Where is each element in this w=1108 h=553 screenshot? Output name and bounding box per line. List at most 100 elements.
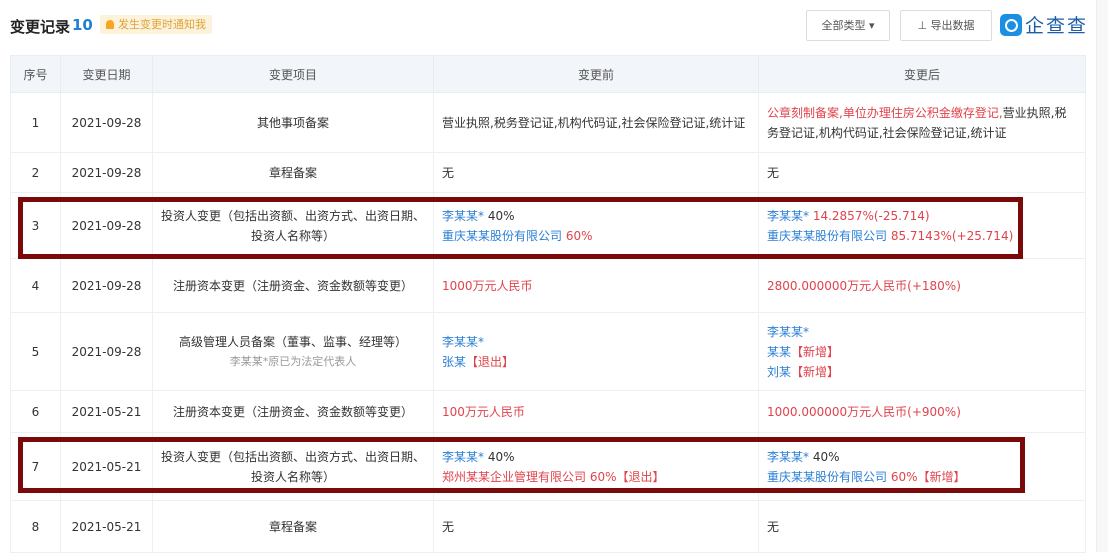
value-after: 李某某* 14.2857%(-25.714) 重庆某某股份有限公司 85.7143… [758,192,1086,259]
row-number: 5 [10,312,61,391]
value-text: 2800.000000万元人民币(+180%) [767,278,961,293]
row-number: 1 [10,92,61,153]
value-before: 李某某* 张某【退出】 [433,312,759,391]
scrollbar[interactable] [1096,0,1108,552]
value-text: 无 [767,165,780,180]
value-text: 郑州某某企业管理有限公司 60%【退出】 [442,469,665,484]
section-title: 变更记录 [10,18,71,36]
change-item: 投资人变更（包括出资额、出资方式、出资日期、投资人名称等） [152,432,434,501]
value-text: 1000.000000万元人民币(+900%) [767,404,961,419]
change-item-label: 投资人变更（包括出资额、出资方式、出资日期、投资人名称等） [161,208,426,243]
entity-link[interactable]: 重庆某某股份有限公司 [767,229,887,243]
table-row: 6 2021-05-21 注册资本变更（注册资金、资金数额等变更） 100万元人民币 1… [10,390,1086,433]
value-text: 60% [562,228,593,243]
change-item-label: 注册资本变更（注册资金、资金数额等变更） [172,278,413,293]
entity-link[interactable]: 李某某* [442,209,484,223]
table-row: 5 2021-09-28 高级管理人员备案（董事、监事、经理等） 李某某*原已为法定代… [10,312,1086,391]
change-item-label: 投资人变更（包括出资额、出资方式、出资日期、投资人名称等） [161,449,426,484]
col-after: 变更后 [758,55,1086,93]
row-number: 3 [10,192,61,259]
change-item: 章程备案 [152,500,434,553]
change-date: 2021-05-21 [60,500,153,553]
change-item: 其他事项备案 [152,92,434,153]
value-text: 1000万元人民币 [442,278,533,293]
logo-icon [1000,13,1022,36]
row-number: 7 [10,432,61,501]
entity-link[interactable]: 李某某* [767,209,809,223]
entity-link[interactable]: 重庆某某股份有限公司 [442,229,562,243]
value-text: 营业执照,税务登记证,机构代码证,社会保险登记证,统计证 [442,115,746,130]
change-item: 注册资本变更（注册资金、资金数额等变更） [152,390,434,433]
notify-label: 发生变更时通知我 [118,18,206,31]
change-item-label: 高级管理人员备案（董事、监事、经理等） [178,334,407,349]
logo-text: 企查查 [1025,15,1089,37]
value-text: 无 [767,519,780,534]
change-item: 高级管理人员备案（董事、监事、经理等） 李某某*原已为法定代表人 [152,312,434,391]
table-row: 4 2021-09-28 注册资本变更（注册资金、资金数额等变更） 1000万元人民币… [10,258,1086,313]
qichacha-logo: 企查查 [1000,11,1088,38]
change-records-table: 序号 变更日期 变更项目 变更前 变更后 1 2021-09-28 其他事项备案 营业… [10,55,1086,553]
entity-link[interactable]: 李某某* [442,450,484,464]
change-date: 2021-09-28 [60,258,153,313]
value-before: 100万元人民币 [433,390,759,433]
value-text: 85.7143%(+25.714) [887,228,1014,243]
change-date: 2021-05-21 [60,432,153,501]
entity-link[interactable]: 某某 [767,345,791,359]
entity-link[interactable]: 重庆某某股份有限公司 [767,470,887,484]
row-number: 8 [10,500,61,553]
value-before: 李某某* 40% 重庆某某股份有限公司 60% [433,192,759,259]
change-item: 投资人变更（包括出资额、出资方式、出资日期、投资人名称等） [152,192,434,259]
value-after: 李某某* 40% 重庆某某股份有限公司 60%【新增】 [758,432,1086,501]
col-item: 变更项目 [152,55,434,93]
table-row: 8 2021-05-21 章程备案 无 无 [10,500,1086,553]
notify-badge[interactable]: 发生变更时通知我 [100,15,212,34]
change-date: 2021-05-21 [60,390,153,433]
value-before: 1000万元人民币 [433,258,759,313]
value-before: 无 [433,152,759,193]
col-date: 变更日期 [60,55,153,93]
value-after: 无 [758,152,1086,193]
value-before: 李某某* 40% 郑州某某企业管理有限公司 60%【退出】 [433,432,759,501]
change-item-label: 章程备案 [268,165,317,180]
row-number: 4 [10,258,61,313]
value-text: 无 [442,519,455,534]
export-label: 导出数据 [930,19,975,32]
value-after: 公章刻制备案,单位办理住房公积金缴存登记,营业执照,税务登记证,机构代码证,社会… [758,92,1086,153]
section-header: 变更记录 10 发生变更时通知我 全部类型 ▾ ⊥ 导出数据 企查查 [0,0,1108,52]
change-date: 2021-09-28 [60,152,153,193]
table-header-row: 序号 变更日期 变更项目 变更前 变更后 [10,55,1086,93]
entity-link[interactable]: 李某某* [767,325,809,339]
change-item: 章程备案 [152,152,434,193]
value-before: 无 [433,500,759,553]
type-filter-dropdown[interactable]: 全部类型 ▾ [806,10,890,41]
value-after: 1000.000000万元人民币(+900%) [758,390,1086,433]
change-date: 2021-09-28 [60,92,153,153]
change-item-label: 章程备案 [268,519,317,534]
value-text: 14.2857%(-25.714) [809,208,930,223]
value-before: 营业执照,税务登记证,机构代码证,社会保险登记证,统计证 [433,92,759,153]
entity-link[interactable]: 李某某* [442,335,484,349]
entity-link[interactable]: 刘某 [767,365,791,379]
value-text: 无 [442,165,455,180]
bell-icon [106,20,114,29]
change-item-note: 李某某*原已为法定代表人 [229,354,357,368]
value-after: 2800.000000万元人民币(+180%) [758,258,1086,313]
change-item: 注册资本变更（注册资金、资金数额等变更） [152,258,434,313]
value-after: 无 [758,500,1086,553]
value-text: 40% [484,208,515,223]
export-button[interactable]: ⊥ 导出数据 [900,10,992,41]
col-before: 变更前 [433,55,759,93]
table-row: 1 2021-09-28 其他事项备案 营业执照,税务登记证,机构代码证,社会保险登记… [10,92,1086,153]
change-date: 2021-09-28 [60,312,153,391]
entity-link[interactable]: 张某 [442,355,466,369]
value-after: 李某某* 某某【新增】 刘某【新增】 [758,312,1086,391]
value-text: 公章刻制备案,单位办理住房公积金缴存登记, [767,105,1003,120]
download-icon: ⊥ [917,19,928,32]
value-text: 【退出】 [466,354,515,369]
entity-link[interactable]: 李某某* [767,450,809,464]
change-item-label: 注册资本变更（注册资金、资金数额等变更） [172,404,413,419]
table-row: 7 2021-05-21 投资人变更（包括出资额、出资方式、出资日期、投资人名称等）… [10,432,1086,501]
value-text: 60%【新增】 [887,469,966,484]
value-text: 100万元人民币 [442,404,525,419]
value-text: 【新增】 [791,364,840,379]
